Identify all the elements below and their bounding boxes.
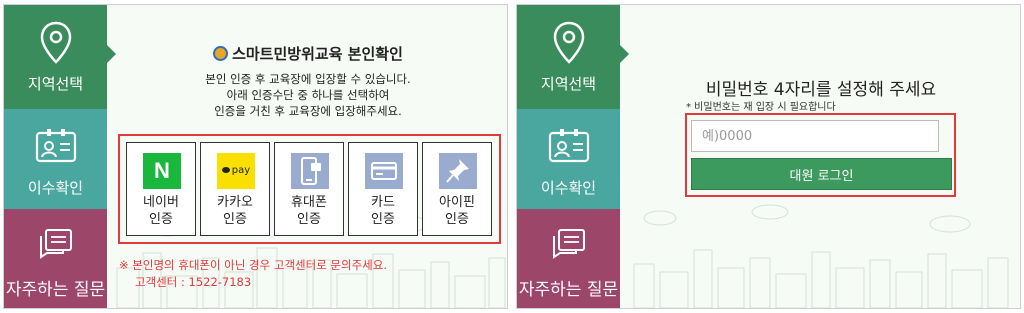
pin-icon [439,153,477,189]
auth-panel: 지역선택 이수확인 자주하는 질문 스마트민방위교육 본인확인 본인 인증 후 … [3,4,508,309]
auth-naver-button[interactable]: N 네이버 인증 [126,142,196,236]
password-hint: * 비밀번호는 재 입장 시 필요합니다 [686,102,836,113]
password-panel: 지역선택 이수확인 자주하는 질문 비밀번호 4자리를 설정해 주세요 * 비밀… [516,4,1021,309]
sidebar: 지역선택 이수확인 자주하는 질문 [517,5,620,308]
sidebar-item-faq[interactable]: 자주하는 질문 [517,209,620,308]
auth-card-button[interactable]: 카드 인증 [348,142,418,236]
description-line: 인증을 거친 후 교육장에 입장해주세요. [214,104,402,118]
description-line: 본인 인증 후 교육장에 입장할 수 있습니다. [205,72,411,86]
civil-defense-logo-icon [213,46,229,61]
sidebar-item-check[interactable]: 이수확인 [4,109,107,209]
auth-label: 아이핀 인증 [439,195,475,227]
main-content: 스마트민방위교육 본인확인 본인 인증 후 교육장에 입장할 수 있습니다. 아… [107,5,507,308]
id-card-icon [547,127,591,169]
auth-label: 카카오 인증 [217,195,253,227]
auth-label: 휴대폰 인증 [291,195,327,227]
page-title: 비밀번호 4자리를 설정해 주세요 [705,80,937,100]
city-scenery-illustration [633,204,1009,308]
phone-icon [291,153,329,189]
sidebar-item-label: 이수확인 [27,179,84,197]
main-content: 비밀번호 4자리를 설정해 주세요 * 비밀번호는 재 입장 시 필요합니다 대… [620,5,1020,308]
sidebar-item-label: 자주하는 질문 [5,280,106,300]
login-button[interactable]: 대원 로그인 [691,158,952,190]
sidebar-item-label: 자주하는 질문 [518,280,619,300]
sidebar: 지역선택 이수확인 자주하는 질문 [4,5,107,308]
id-card-icon [34,127,78,169]
login-form-highlight: 대원 로그인 [685,113,956,197]
card-icon [365,153,403,189]
map-pin-icon [39,21,73,69]
description: 본인 인증 후 교육장에 입장할 수 있습니다. 아래 인증수단 중 하나를 선… [107,71,507,119]
sidebar-item-region[interactable]: 지역선택 [517,5,620,109]
auth-label: 네이버 인증 [143,195,179,227]
sidebar-item-region[interactable]: 지역선택 [4,5,107,109]
sidebar-item-label: 지역선택 [540,75,597,93]
password-input[interactable] [691,120,939,152]
speech-bubble-icon [550,227,588,269]
description-line: 아래 인증수단 중 하나를 선택하여 [226,88,390,102]
auth-kakao-button[interactable]: pay 카카오 인증 [200,142,270,236]
naver-icon: N [143,153,181,189]
notice-text: ※ 본인명의 휴대폰이 아닌 경우 고객센터로 문의주세요. 고객센터 : 15… [119,258,387,289]
support-phone: 고객센터 : 1522-7183 [135,275,252,289]
auth-label: 카드 인증 [371,195,395,227]
speech-bubble-icon [37,227,75,269]
auth-methods-highlight: N 네이버 인증 pay 카카오 인증 휴대폰 인증 카드 인증 아이핀 인증 [118,134,501,244]
kakao-pay-icon: pay [217,153,255,189]
sidebar-item-faq[interactable]: 자주하는 질문 [4,209,107,308]
page-title: 스마트민방위교육 본인확인 [107,43,507,64]
map-pin-icon [552,21,586,69]
sidebar-item-label: 이수확인 [540,179,597,197]
auth-phone-button[interactable]: 휴대폰 인증 [274,142,344,236]
sidebar-item-check[interactable]: 이수확인 [517,109,620,209]
auth-ipin-button[interactable]: 아이핀 인증 [422,142,492,236]
sidebar-item-label: 지역선택 [27,75,84,93]
